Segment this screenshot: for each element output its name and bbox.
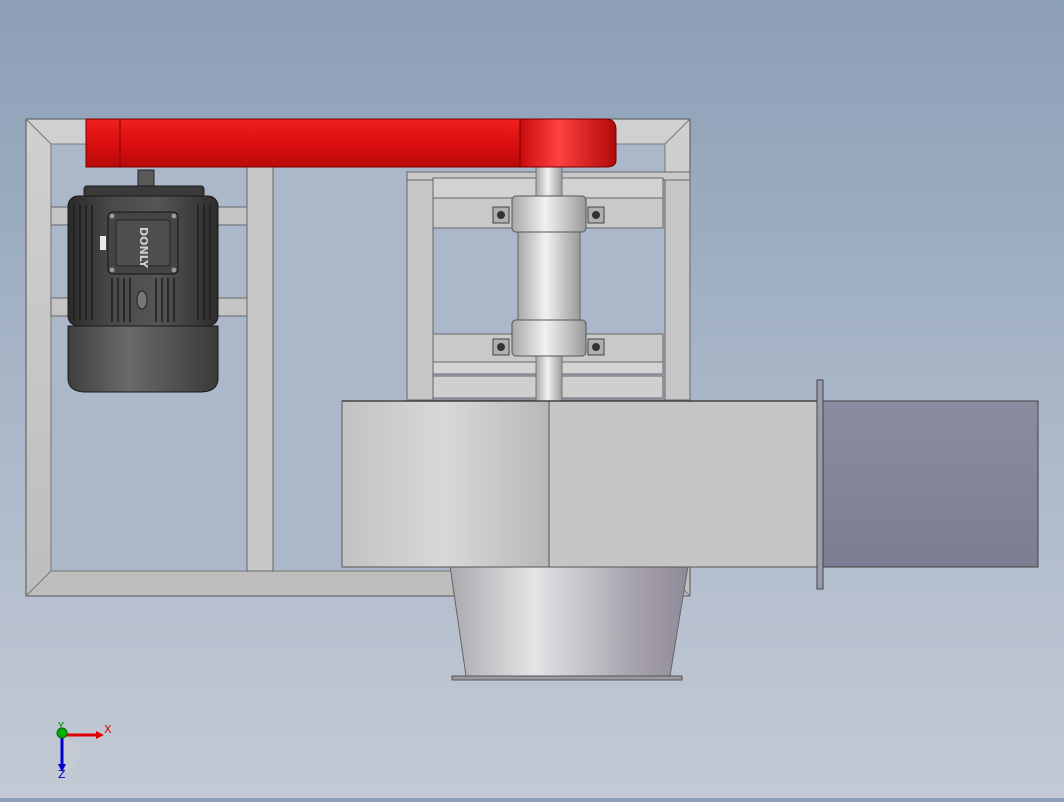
bolt-icon <box>492 338 510 356</box>
model-drawing: DONLY X Y Z <box>25 118 1039 781</box>
electric-motor: DONLY <box>67 169 219 393</box>
outlet-duct <box>816 379 1039 590</box>
cad-viewport[interactable]: DONLY X Y Z <box>0 0 1064 798</box>
triad-x-label: X <box>104 723 112 736</box>
triad-z-label: Z <box>58 768 66 781</box>
belt-guard <box>85 118 617 168</box>
coordinate-triad: X Y Z <box>56 721 112 781</box>
bolt-icon <box>587 338 605 356</box>
triad-y-label: Y <box>57 721 65 732</box>
bolt-icon <box>492 206 510 224</box>
bolt-icon <box>587 206 605 224</box>
fan-inlet-cone <box>449 565 689 681</box>
motor-brand-label: DONLY <box>137 227 150 269</box>
fan-housing <box>341 400 820 568</box>
